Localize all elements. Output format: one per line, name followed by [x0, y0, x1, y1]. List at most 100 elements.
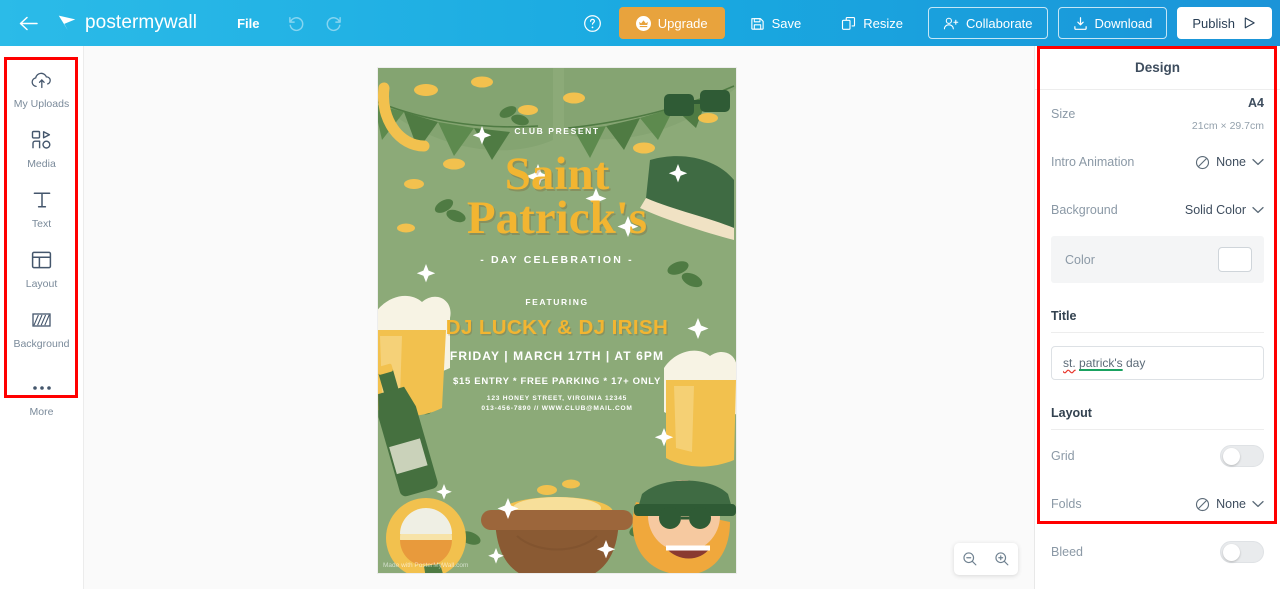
- more-dots-icon: [29, 376, 55, 400]
- size-value: A4: [1248, 95, 1264, 110]
- row-color[interactable]: Color: [1051, 236, 1264, 283]
- folds-dropdown[interactable]: None: [1195, 497, 1264, 512]
- sidebar-item-text[interactable]: Text: [0, 178, 83, 238]
- design-panel-title: Design: [1035, 46, 1280, 90]
- background-dropdown[interactable]: Solid Color: [1185, 203, 1264, 217]
- sidebar-label-text: Text: [31, 218, 52, 230]
- sidebar-item-more[interactable]: More: [0, 358, 83, 426]
- chevron-down-icon: [1252, 158, 1264, 166]
- title-word-2: patrick's: [1079, 356, 1123, 370]
- back-button[interactable]: [8, 0, 48, 46]
- undo-icon: [289, 17, 304, 32]
- sidebar-label-my-uploads: My Uploads: [13, 98, 70, 110]
- resize-label: Resize: [863, 15, 904, 31]
- layout-icon: [29, 248, 55, 272]
- zoom-in-button[interactable]: [991, 548, 1013, 570]
- poster-watermark: Made with PosterMyWall.com: [383, 562, 469, 569]
- title-word-3: day: [1126, 356, 1146, 370]
- folds-value: None: [1216, 497, 1246, 511]
- layout-section-heading: Layout: [1051, 380, 1264, 430]
- resize-button[interactable]: Resize: [826, 7, 918, 39]
- row-background[interactable]: Background Solid Color: [1051, 186, 1264, 234]
- add-person-icon: [943, 17, 959, 29]
- no-entry-icon: [1196, 497, 1210, 511]
- row-intro-animation[interactable]: Intro Animation None: [1051, 138, 1264, 186]
- zoom-out-button[interactable]: [959, 548, 981, 570]
- brand-logo-link[interactable]: postermywall: [56, 12, 197, 34]
- intro-animation-value: None: [1216, 155, 1246, 169]
- top-header-bar: postermywall File Upgrade Save Resize Co…: [0, 0, 1280, 46]
- download-button[interactable]: Download: [1057, 7, 1168, 39]
- save-button[interactable]: Save: [735, 7, 817, 39]
- poster-text-layer: CLUB PRESENT Saint Patrick's - DAY CELEB…: [378, 68, 736, 412]
- poster-address: 123 HONEY STREET, VIRGINIA 12345: [486, 395, 628, 402]
- title-section-heading: Title: [1051, 283, 1264, 333]
- row-size[interactable]: Size A4 21cm × 29.7cm: [1051, 90, 1264, 138]
- publish-button[interactable]: Publish: [1177, 7, 1272, 39]
- size-label: Size: [1051, 107, 1076, 121]
- history-buttons: [285, 12, 345, 34]
- bleed-label: Bleed: [1051, 545, 1083, 559]
- background-value: Solid Color: [1184, 203, 1246, 217]
- poster-canvas[interactable]: CLUB PRESENT Saint Patrick's - DAY CELEB…: [378, 68, 736, 573]
- poster-when: FRIDAY | MARCH 17TH | AT 6PM: [449, 349, 665, 363]
- collaborate-label: Collaborate: [966, 15, 1033, 31]
- bleed-toggle[interactable]: [1220, 541, 1264, 563]
- row-folds[interactable]: Folds None: [1051, 480, 1264, 528]
- postermywall-logo-icon: [58, 15, 76, 31]
- publish-send-icon: [1244, 17, 1255, 29]
- title-word-1: st.: [1063, 356, 1076, 370]
- brand-name: postermywall: [85, 12, 198, 33]
- color-swatch[interactable]: [1218, 247, 1252, 272]
- poster-title-line1: Saint: [504, 148, 610, 200]
- chevron-down-icon: [1252, 206, 1264, 214]
- sidebar-item-my-uploads[interactable]: My Uploads: [0, 58, 83, 118]
- design-panel: Design Size A4 21cm × 29.7cm Intro Anima…: [1034, 46, 1280, 589]
- download-icon: [1073, 16, 1087, 30]
- grid-toggle[interactable]: [1220, 445, 1264, 467]
- zoom-in-icon: [995, 552, 1009, 566]
- header-actions: Upgrade Save Resize Collaborate Download…: [581, 0, 1280, 46]
- sidebar-item-background[interactable]: Background: [0, 298, 83, 358]
- color-label: Color: [1065, 252, 1095, 267]
- size-dimensions: 21cm × 29.7cm: [1191, 120, 1264, 132]
- canvas-workspace[interactable]: CLUB PRESENT Saint Patrick's - DAY CELEB…: [84, 46, 1034, 589]
- save-disk-icon: [750, 17, 764, 30]
- help-button[interactable]: [581, 11, 605, 35]
- no-entry-icon: [1196, 155, 1210, 169]
- sidebar-item-media[interactable]: Media: [0, 118, 83, 178]
- redo-button[interactable]: [323, 12, 345, 34]
- row-grid[interactable]: Grid: [1051, 432, 1264, 480]
- save-label: Save: [771, 15, 802, 31]
- background-label: Background: [1051, 203, 1118, 217]
- upgrade-button[interactable]: Upgrade: [618, 7, 725, 39]
- cloud-upload-icon: [29, 68, 55, 92]
- sidebar-item-layout[interactable]: Layout: [0, 238, 83, 298]
- grid-label: Grid: [1051, 449, 1075, 463]
- media-icon: [29, 128, 55, 152]
- back-arrow-icon: [19, 16, 38, 30]
- intro-animation-dropdown[interactable]: None: [1195, 155, 1264, 170]
- header-left-group: postermywall File: [0, 0, 345, 46]
- collaborate-button[interactable]: Collaborate: [928, 7, 1048, 39]
- chevron-down-icon: [1252, 500, 1264, 508]
- poster-djs: DJ LUCKY & DJ IRISH: [445, 316, 669, 339]
- undo-button[interactable]: [285, 12, 307, 34]
- zoom-controls: [954, 543, 1018, 575]
- redo-icon: [327, 17, 342, 32]
- folds-label: Folds: [1051, 497, 1082, 511]
- poster-contact: 013-456-7890 // WWW.CLUB@MAIL.COM: [481, 405, 633, 412]
- publish-label: Publish: [1192, 15, 1235, 31]
- help-circle-icon: [584, 14, 602, 32]
- intro-animation-label: Intro Animation: [1051, 155, 1135, 169]
- title-input[interactable]: st. patrick's day: [1051, 346, 1264, 380]
- file-menu-button[interactable]: File: [229, 10, 267, 37]
- poster-featuring-label: FEATURING: [525, 297, 589, 307]
- sidebar-label-layout: Layout: [25, 278, 58, 290]
- size-value-group: A4 21cm × 29.7cm: [1192, 92, 1264, 137]
- download-label: Download: [1094, 15, 1153, 31]
- zoom-out-icon: [963, 552, 977, 566]
- left-tool-sidebar: My Uploads Media Text Layout Background …: [0, 46, 84, 589]
- crown-badge-icon: [635, 15, 651, 31]
- row-bleed[interactable]: Bleed: [1051, 528, 1264, 576]
